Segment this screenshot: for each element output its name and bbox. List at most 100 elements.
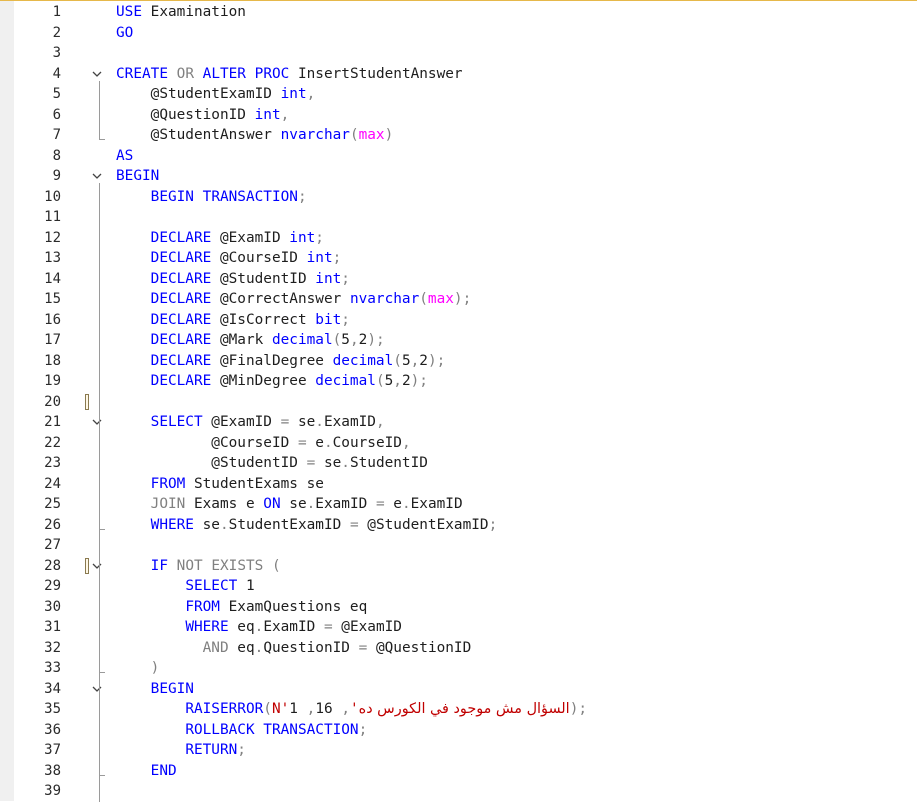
code-text[interactable]: DECLARE @CourseID int; xyxy=(116,248,342,269)
code-text[interactable]: BEGIN xyxy=(116,166,159,187)
code-token: USE xyxy=(116,4,142,20)
code-text[interactable]: AS xyxy=(116,146,133,167)
code-line[interactable]: 1 USE Examination xyxy=(0,2,917,23)
code-line[interactable]: 8 AS xyxy=(0,146,917,167)
code-line[interactable]: 35 RAISERROR(N' السؤال مش موجود في الكورس… xyxy=(0,699,917,720)
code-text[interactable]: IF NOT EXISTS ( xyxy=(116,556,281,577)
code-token: ) xyxy=(384,127,394,143)
code-line[interactable]: 13 DECLARE @CourseID int; xyxy=(0,248,917,269)
code-text[interactable]: ROLLBACK TRANSACTION; xyxy=(116,720,367,741)
code-line[interactable]: 12 DECLARE @ExamID int; xyxy=(0,228,917,249)
code-text[interactable]: DECLARE @Mark decimal(5,2); xyxy=(116,330,385,351)
code-text[interactable]: USE Examination xyxy=(116,2,246,23)
code-line[interactable]: 33 ) xyxy=(0,658,917,679)
code-text[interactable]: SELECT @ExamID = se.ExamID, xyxy=(116,412,385,433)
collapse-chevron-icon[interactable] xyxy=(92,171,102,181)
code-text[interactable]: @StudentID = se.StudentID xyxy=(116,453,428,474)
code-text[interactable]: CREATE OR ALTER PROC InsertStudentAnswer xyxy=(116,64,463,85)
code-token: GO xyxy=(116,24,134,41)
code-line[interactable]: 3 xyxy=(0,43,917,64)
code-text[interactable]: DECLARE @StudentID int; xyxy=(116,269,350,290)
code-text[interactable]: FROM ExamQuestions eq xyxy=(116,597,367,618)
code-line[interactable]: 18 DECLARE @FinalDegree decimal(5,2); xyxy=(0,351,917,372)
code-text[interactable]: DECLARE @ExamID int; xyxy=(116,228,324,249)
code-text[interactable]: DECLARE @FinalDegree decimal(5,2); xyxy=(116,351,446,372)
line-number: 19 xyxy=(44,373,61,389)
code-text[interactable]: ) xyxy=(116,658,160,679)
code-line[interactable]: 2 GO xyxy=(0,23,917,44)
collapse-chevron-icon[interactable] xyxy=(92,561,102,571)
code-line[interactable]: 7 @StudentAnswer nvarchar(max) xyxy=(0,125,917,146)
code-line[interactable]: 30 FROM ExamQuestions eq xyxy=(0,597,917,618)
collapse-chevron-icon[interactable] xyxy=(92,417,102,427)
code-line[interactable]: 34 BEGIN xyxy=(0,679,917,700)
code-text[interactable]: @CourseID = e.CourseID, xyxy=(116,433,410,454)
code-line[interactable]: 17 DECLARE @Mark decimal(5,2); xyxy=(0,330,917,351)
code-text[interactable]: SELECT 1 xyxy=(116,576,254,597)
code-line[interactable]: 23 @StudentID = se.StudentID xyxy=(0,453,917,474)
code-text[interactable]: BEGIN TRANSACTION; xyxy=(116,187,307,208)
code-text[interactable]: @StudentExamID int, xyxy=(116,84,316,105)
code-token: int xyxy=(280,86,307,102)
code-line[interactable]: 5 @StudentExamID int, xyxy=(0,84,917,105)
code-token: int xyxy=(315,270,342,287)
code-line[interactable]: 15 DECLARE @CorrectAnswer nvarchar(max); xyxy=(0,289,917,310)
code-text[interactable]: FROM StudentExams se xyxy=(116,474,324,495)
code-text[interactable]: GO xyxy=(116,23,133,44)
collapse-chevron-icon[interactable] xyxy=(92,69,102,79)
code-line[interactable]: 24 FROM StudentExams se xyxy=(0,474,917,495)
code-line[interactable]: 22 @CourseID = e.CourseID, xyxy=(0,433,917,454)
code-line[interactable]: 29 SELECT 1 xyxy=(0,576,917,597)
code-text[interactable]: WHERE eq.ExamID = @ExamID xyxy=(116,617,402,638)
code-line[interactable]: 21 SELECT @ExamID = se.ExamID, xyxy=(0,412,917,433)
code-line[interactable]: 28 IF NOT EXISTS ( xyxy=(0,556,917,577)
code-line[interactable]: 20 xyxy=(0,392,917,413)
code-text[interactable]: DECLARE @MinDegree decimal(5,2); xyxy=(116,371,428,392)
code-line[interactable]: 14 DECLARE @StudentID int; xyxy=(0,269,917,290)
code-text[interactable]: WHERE se.StudentExamID = @StudentExamID; xyxy=(116,515,498,536)
code-text[interactable]: DECLARE @IsCorrect bit; xyxy=(116,310,350,331)
code-line[interactable]: 39 xyxy=(0,781,917,802)
code-token: . xyxy=(219,516,229,533)
code-text[interactable]: BEGIN xyxy=(116,679,194,700)
code-line[interactable]: 10 BEGIN TRANSACTION; xyxy=(0,187,917,208)
code-line[interactable]: 4 CREATE OR ALTER PROC InsertStudentAnswe… xyxy=(0,64,917,85)
code-line[interactable]: 26 WHERE se.StudentExamID = @StudentExam… xyxy=(0,515,917,536)
code-line[interactable]: 32 AND eq.QuestionID = @QuestionID xyxy=(0,638,917,659)
code-token: , xyxy=(375,414,385,430)
code-line[interactable]: 37 RETURN; xyxy=(0,740,917,761)
code-line[interactable]: 9 BEGIN xyxy=(0,166,917,187)
code-text[interactable]: END xyxy=(116,761,177,782)
code-text[interactable]: @QuestionID int, xyxy=(116,105,290,126)
code-line[interactable]: 25 JOIN Exams e ON se.ExamID = e.ExamID xyxy=(0,494,917,515)
code-line[interactable]: 27 xyxy=(0,535,917,556)
code-token: @StudentID xyxy=(116,455,307,471)
change-marker xyxy=(85,393,89,410)
code-line[interactable]: 6 @QuestionID int, xyxy=(0,105,917,126)
code-token: . xyxy=(315,414,324,430)
code-line[interactable]: 36 ROLLBACK TRANSACTION; xyxy=(0,720,917,741)
code-line[interactable]: 38 END xyxy=(0,761,917,782)
code-line[interactable]: 19 DECLARE @MinDegree decimal(5,2); xyxy=(0,371,917,392)
code-text[interactable]: DECLARE @CorrectAnswer nvarchar(max); xyxy=(116,289,472,310)
code-token: DECLARE xyxy=(150,250,212,266)
code-token: decimal xyxy=(332,352,394,369)
code-token: , xyxy=(393,373,402,389)
code-text[interactable]: RAISERROR(N' السؤال مش موجود في الكورس ده… xyxy=(116,699,587,720)
code-editor[interactable]: 1 USE Examination 2 GO 3 4 CREATE OR ALTER PRO… xyxy=(0,0,917,802)
code-text[interactable]: JOIN Exams e ON se.ExamID = e.ExamID xyxy=(116,494,463,515)
code-line[interactable]: 31 WHERE eq.ExamID = @ExamID xyxy=(0,617,917,638)
code-line[interactable]: 11 xyxy=(0,207,917,228)
code-line[interactable]: 16 DECLARE @IsCorrect bit; xyxy=(0,310,917,331)
code-text[interactable]: RETURN; xyxy=(116,740,246,761)
code-text[interactable]: @StudentAnswer nvarchar(max) xyxy=(116,125,394,146)
code-text[interactable]: AND eq.QuestionID = @QuestionID xyxy=(116,638,472,659)
collapse-chevron-icon[interactable] xyxy=(92,684,102,694)
